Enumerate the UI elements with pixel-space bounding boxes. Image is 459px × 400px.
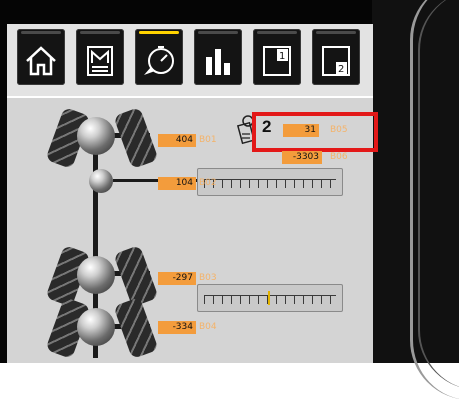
home-button[interactable] <box>17 29 65 85</box>
toolbar: 1 2 <box>7 24 373 96</box>
svg-text:2: 2 <box>338 64 344 75</box>
bar-chart-icon <box>206 49 230 75</box>
rear-axle1-hub <box>77 256 115 294</box>
window-1-button[interactable]: 1 <box>253 29 301 85</box>
sensor2-code: B06 <box>330 152 348 162</box>
device-frame-edge <box>372 0 459 400</box>
front-axle-hub <box>77 117 115 155</box>
rear-scale-needle <box>268 291 270 305</box>
front-axle-value: 404 <box>158 134 196 147</box>
window-2-icon: 2 <box>322 46 350 76</box>
rear-axle2-value: -334 <box>158 321 196 334</box>
window-1-icon: 1 <box>263 46 291 76</box>
rear-axle2-code: B04 <box>199 322 217 332</box>
middle-scale <box>197 168 343 196</box>
home-icon <box>26 46 56 76</box>
rear-axle2-hub <box>77 308 115 346</box>
highlight-box <box>252 112 378 152</box>
middle-joint <box>89 169 113 193</box>
window-2-button[interactable]: 2 <box>312 29 360 85</box>
menu-button[interactable] <box>76 29 124 85</box>
svg-text:1: 1 <box>279 51 285 62</box>
rear-axle1-value: -297 <box>158 272 196 285</box>
statistics-button[interactable] <box>194 29 242 85</box>
rear-scale <box>197 284 343 312</box>
middle-code: B02 <box>199 178 217 188</box>
sensor2-value: -3303 <box>282 151 322 164</box>
gauge-icon <box>144 46 174 75</box>
rear-axle1-code: B03 <box>199 273 217 283</box>
menu-m-icon <box>87 46 113 76</box>
gauge-button[interactable] <box>135 29 183 85</box>
toolbar-separator <box>7 96 373 98</box>
middle-value: 104 <box>158 177 196 190</box>
front-axle-code: B01 <box>199 135 217 145</box>
